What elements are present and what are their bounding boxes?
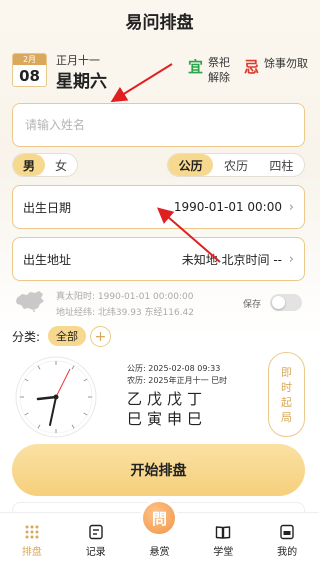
tab-mine[interactable]: 我的 — [255, 513, 319, 564]
ji-items: 馀事勿取 — [264, 57, 308, 70]
reward-bubble-icon: 問 — [140, 499, 179, 537]
record-icon — [88, 524, 103, 540]
location-coords: 地址经纬: 北纬39.93 东经116.42 — [56, 308, 195, 318]
gender-selector: 男 女 — [12, 153, 78, 177]
add-category-button[interactable]: + — [90, 326, 111, 347]
clock-icon — [15, 356, 97, 438]
page-title: 易问排盘 — [125, 12, 194, 33]
book-icon — [216, 526, 231, 539]
instant-char: 即 — [281, 365, 292, 379]
toggle-knob — [272, 296, 285, 309]
solar-time: 真太阳时: 1990-01-01 00:00:00 — [56, 292, 194, 302]
tab-reward[interactable]: 問 悬赏 — [128, 499, 192, 564]
current-lunar: 农历: 2025年正月十一 巳时 — [127, 376, 228, 385]
gender-male-option[interactable]: 男 — [13, 154, 45, 176]
birth-date-field[interactable]: 出生日期 1990-01-01 00:00 › — [12, 185, 305, 229]
grid-dots-icon — [25, 525, 39, 539]
date-card: 2月 08 正月十一 星期六 宜 祭祀 解除 忌 馀事勿取 — [12, 50, 308, 92]
tab-four-pillars[interactable]: 四柱 — [259, 154, 304, 176]
category-label: 分类: — [12, 330, 41, 344]
tab-label: 学堂 — [213, 547, 234, 558]
tab-label: 记录 — [85, 547, 106, 558]
app-header: 易问排盘 — [0, 0, 319, 40]
birth-place-value: 未知地 北京时间 -- — [181, 252, 282, 267]
birth-date-value: 1990-01-01 00:00 — [173, 200, 282, 214]
heavenly-stems: 乙戊戊丁 — [127, 390, 208, 408]
instant-char: 局 — [281, 410, 292, 424]
profile-card-icon — [280, 524, 294, 540]
instant-char: 起 — [281, 395, 292, 409]
save-toggle[interactable] — [270, 294, 302, 311]
china-map-icon — [16, 291, 44, 312]
earthly-branches: 巳寅申巳 — [127, 410, 208, 428]
weekday: 星期六 — [56, 72, 107, 92]
yi-icon: 宜 — [188, 58, 204, 76]
tab-label: 我的 — [277, 547, 298, 558]
tab-gregorian[interactable]: 公历 — [168, 154, 214, 176]
calendar-icon: 2月 08 — [12, 53, 47, 87]
lunar-date: 正月十一 — [56, 54, 100, 67]
gender-female-option[interactable]: 女 — [45, 154, 77, 176]
calendar-day: 08 — [19, 67, 40, 85]
name-input[interactable] — [12, 103, 305, 147]
tab-label: 悬赏 — [149, 547, 170, 558]
chevron-right-icon: › — [288, 199, 294, 215]
instant-char: 时 — [281, 380, 292, 394]
save-label: 保存 — [243, 300, 262, 310]
ji-icon: 忌 — [244, 58, 260, 76]
tab-records[interactable]: 记录 — [64, 513, 128, 564]
calendar-month: 2月 — [13, 54, 46, 65]
yi-items: 祭祀 解除 — [208, 56, 230, 84]
tab-lunar[interactable]: 农历 — [213, 154, 258, 176]
calendar-type-selector: 公历 农历 四柱 — [167, 153, 305, 177]
bottom-tab-bar: 排盘 记录 問 悬赏 学堂 我的 — [0, 499, 319, 564]
current-gregorian: 公历: 2025-02-08 09:33 — [127, 364, 221, 373]
start-paipan-button[interactable]: 开始排盘 — [12, 444, 305, 496]
tab-label: 排盘 — [21, 547, 42, 558]
tab-school[interactable]: 学堂 — [191, 513, 255, 564]
chevron-right-icon: › — [288, 251, 294, 267]
instant-start-button[interactable]: 即 时 起 局 — [268, 352, 305, 437]
birth-place-field[interactable]: 出生地址 未知地 北京时间 -- › — [12, 237, 305, 281]
birth-date-label: 出生日期 — [23, 200, 72, 215]
birth-place-label: 出生地址 — [23, 252, 72, 267]
tab-paipan[interactable]: 排盘 — [0, 513, 64, 564]
category-all-chip[interactable]: 全部 — [48, 326, 86, 346]
